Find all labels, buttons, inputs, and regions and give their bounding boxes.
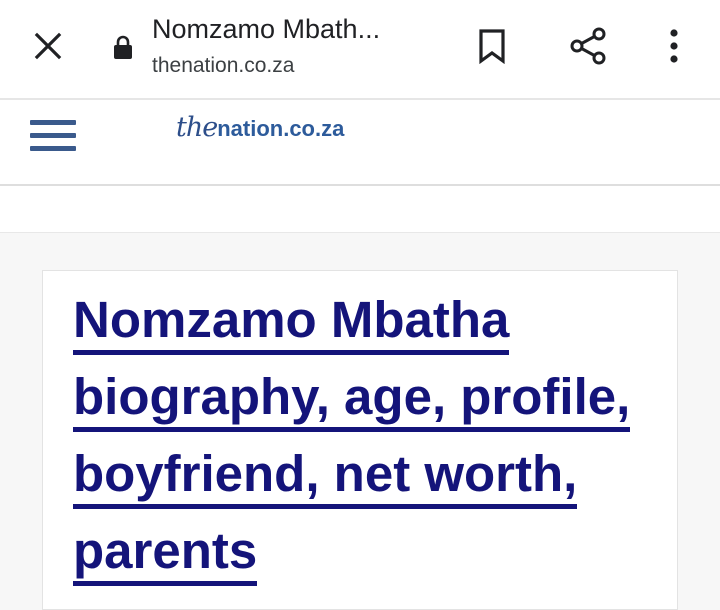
bookmark-icon	[479, 29, 505, 64]
lock-icon	[110, 34, 136, 60]
share-icon	[570, 27, 606, 65]
logo-suffix: nation.co.za	[217, 116, 345, 141]
site-header: thenation.co.za	[0, 100, 720, 186]
bookmark-button[interactable]	[472, 24, 512, 68]
article-card: Nomzamo Mbatha biography, age, profile, …	[42, 270, 678, 610]
close-icon	[34, 32, 62, 60]
page-domain: thenation.co.za	[152, 54, 295, 77]
close-button[interactable]	[28, 26, 68, 66]
share-button[interactable]	[566, 24, 610, 68]
logo-prefix: the	[176, 112, 218, 143]
site-logo[interactable]: thenation.co.za	[176, 112, 344, 143]
page-title: Nomzamo Mbath...	[152, 14, 381, 44]
article-headline-link[interactable]: Nomzamo Mbatha biography, age, profile, …	[73, 291, 631, 586]
browser-top-bar: Nomzamo Mbath... thenation.co.za	[0, 0, 720, 100]
spacer-band	[0, 186, 720, 233]
more-options-button[interactable]	[656, 24, 692, 68]
more-vert-icon	[670, 29, 678, 63]
hamburger-menu-icon[interactable]	[30, 120, 76, 162]
article-headline: Nomzamo Mbatha biography, age, profile, …	[73, 281, 663, 589]
